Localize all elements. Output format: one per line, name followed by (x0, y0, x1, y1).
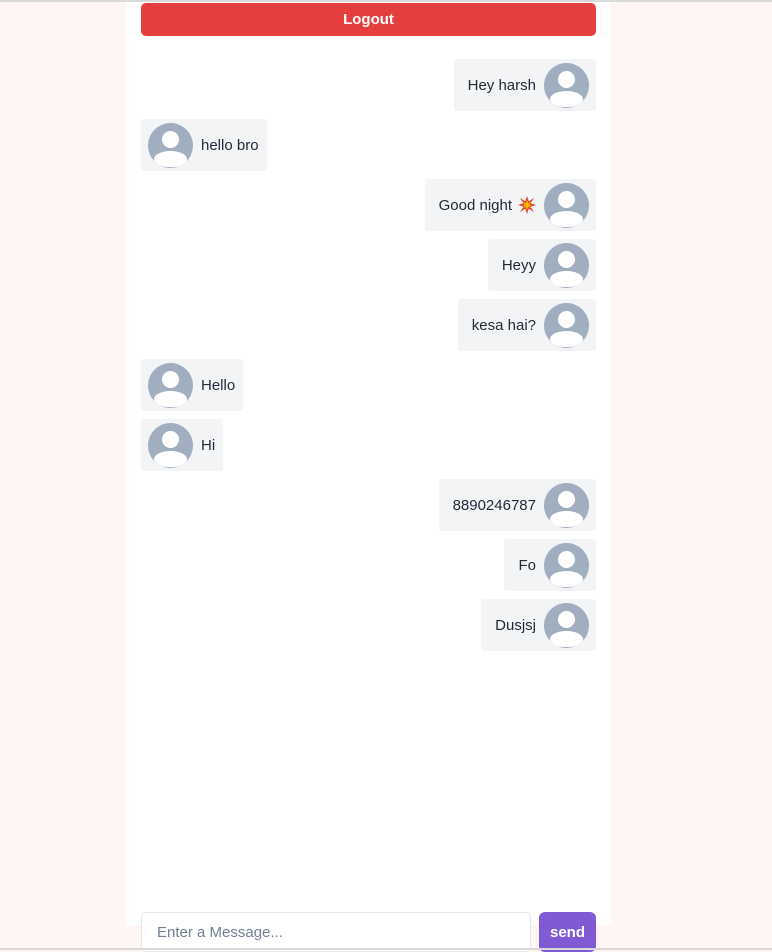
message-row: Good night (141, 179, 596, 231)
avatar-icon (544, 302, 589, 348)
message-bubble: Hi (141, 419, 224, 471)
message-bubble: Hello (141, 359, 244, 411)
collision-emoji-icon (518, 196, 536, 214)
send-button[interactable]: send (539, 912, 596, 952)
message-row: hello bro (141, 119, 596, 171)
message-text: Hey harsh (467, 76, 536, 94)
message-bubble: hello bro (141, 119, 267, 171)
message-bubble: Dusjsj (481, 599, 596, 651)
avatar-icon (544, 482, 589, 528)
avatar-icon (544, 242, 589, 288)
message-bubble: Fo (504, 539, 596, 591)
message-bubble: 8890246787 (438, 479, 596, 531)
message-bubble: Hey harsh (453, 59, 596, 111)
message-row: Hey harsh (141, 59, 596, 111)
message-text: hello bro (201, 136, 259, 154)
message-text: Hi (201, 436, 216, 454)
message-text: Heyy (501, 256, 536, 274)
message-row: Hi (141, 419, 596, 471)
chat-panel: Logout Hey harsh hello bro Good night Heyy k… (126, 2, 611, 926)
message-row: 8890246787 (141, 479, 596, 531)
message-bubble: Good night (424, 179, 596, 231)
message-composer: send (141, 912, 596, 952)
message-list: Hey harsh hello bro Good night Heyy kesa hai… (141, 59, 596, 659)
avatar-icon (148, 122, 193, 168)
message-text: 8890246787 (452, 496, 536, 514)
avatar-icon (544, 542, 589, 588)
message-text: kesa hai? (471, 316, 536, 334)
message-bubble: Heyy (487, 239, 596, 291)
avatar-icon (544, 602, 589, 648)
message-row: Heyy (141, 239, 596, 291)
avatar-icon (148, 362, 193, 408)
avatar-icon (148, 422, 193, 468)
avatar-icon (544, 182, 589, 228)
logout-button[interactable]: Logout (141, 3, 596, 36)
message-row: Hello (141, 359, 596, 411)
message-row: kesa hai? (141, 299, 596, 351)
message-text: Hello (201, 376, 236, 394)
avatar-icon (544, 62, 589, 108)
message-input[interactable] (141, 912, 531, 952)
message-bubble: kesa hai? (457, 299, 596, 351)
message-text: Fo (518, 556, 536, 574)
message-row: Dusjsj (141, 599, 596, 651)
message-text: Dusjsj (495, 616, 536, 634)
message-row: Fo (141, 539, 596, 591)
message-text: Good night (438, 196, 512, 214)
